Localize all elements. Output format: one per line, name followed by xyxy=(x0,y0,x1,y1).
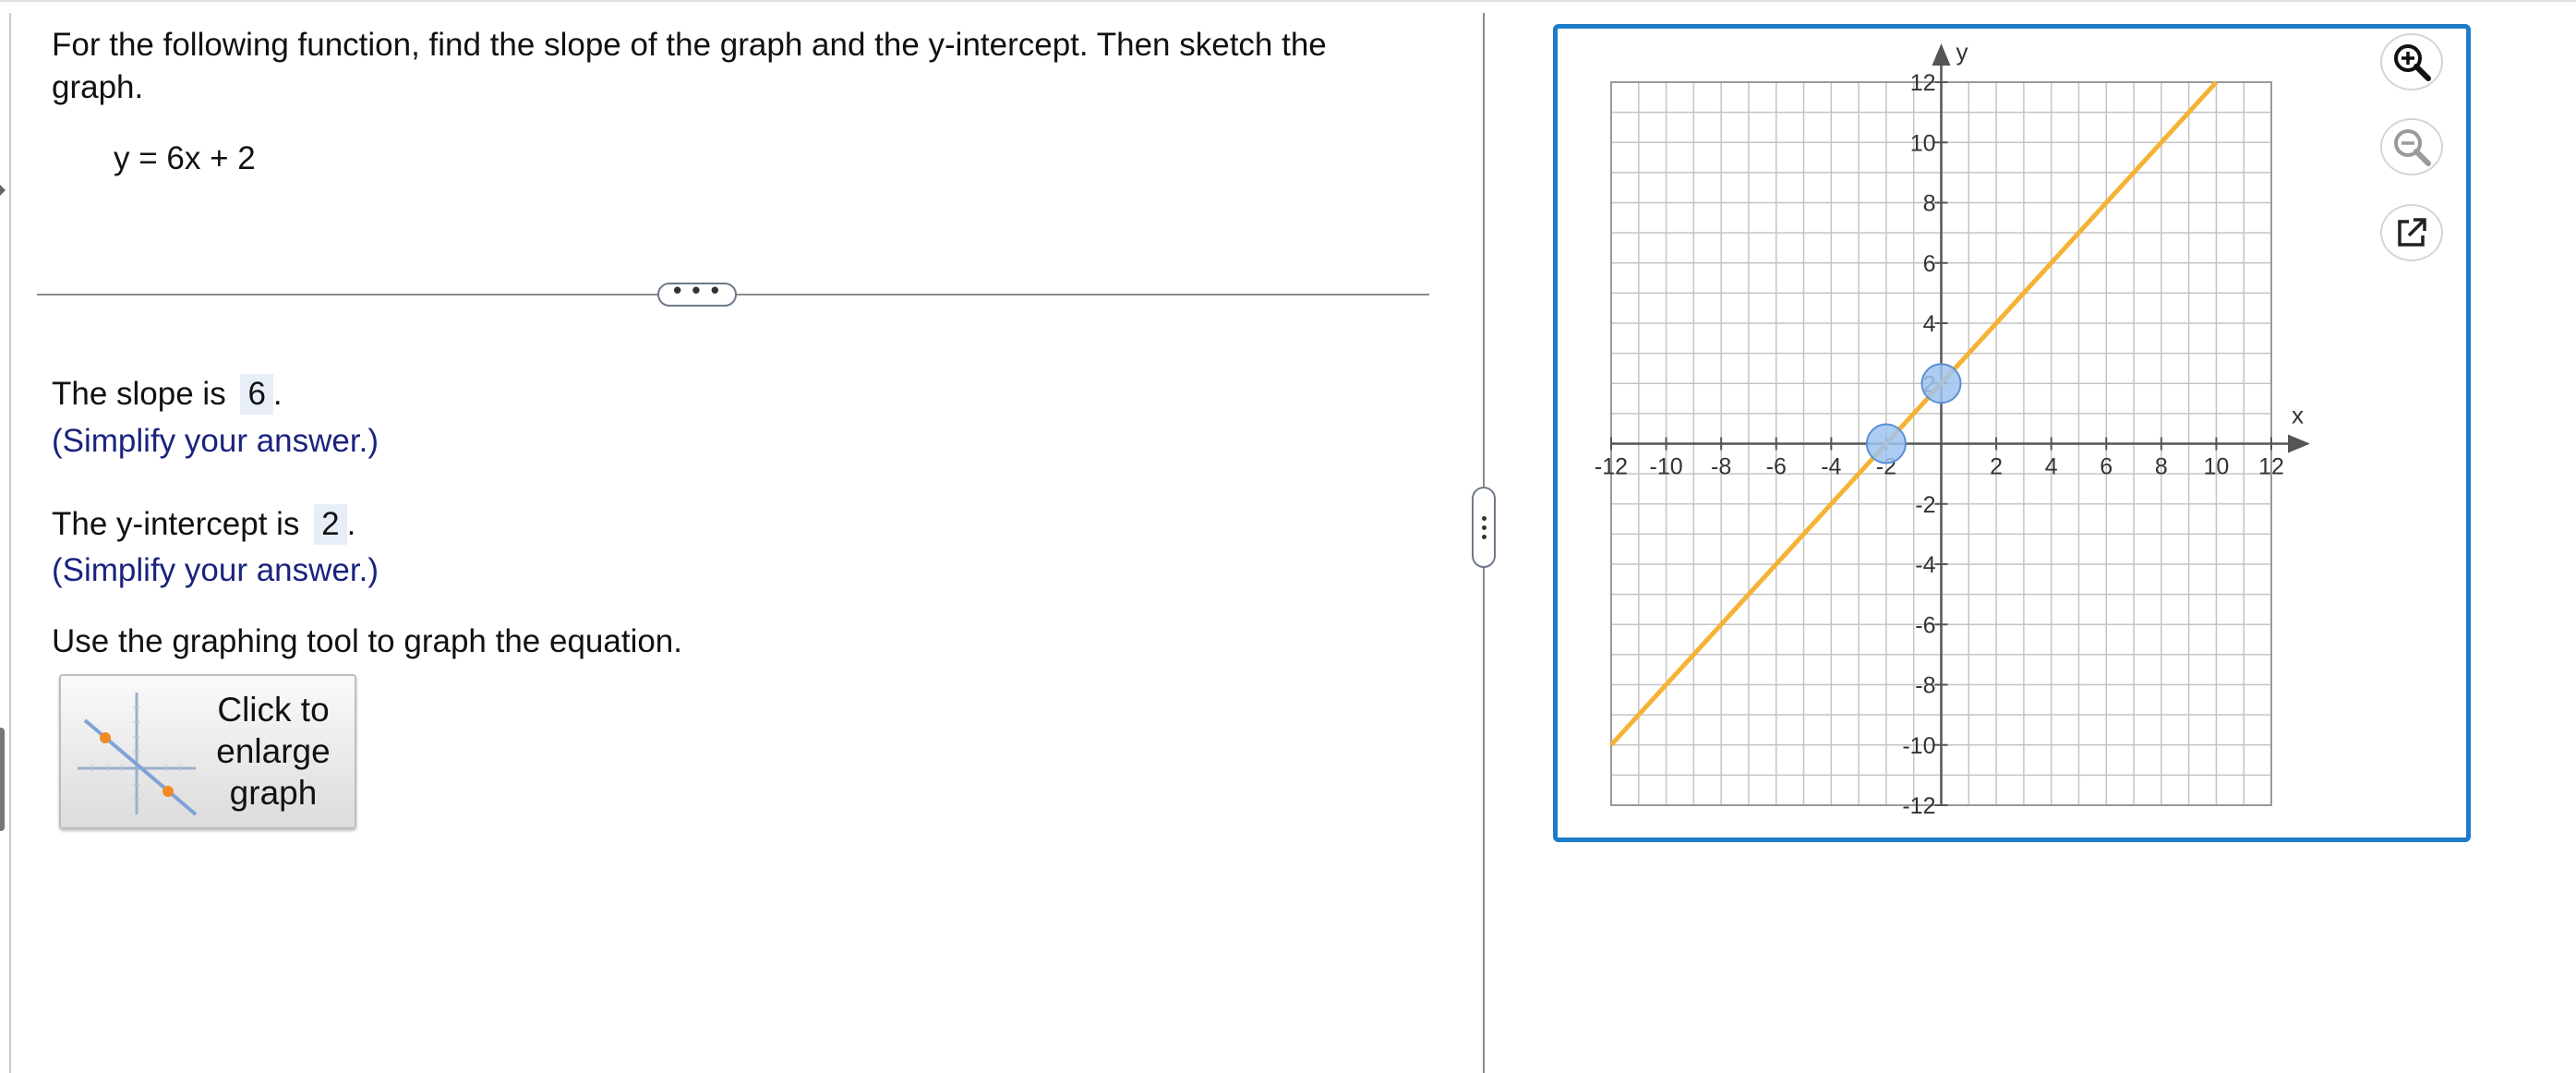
zoom-out-button[interactable] xyxy=(2380,118,2443,175)
left-panel-edge xyxy=(9,13,11,1073)
y-tick-label: 4 xyxy=(1923,311,1936,337)
x-tick-label: -12 xyxy=(1595,454,1628,480)
y-tick-label: -10 xyxy=(1902,733,1935,759)
y-tick-label: -8 xyxy=(1915,673,1935,699)
enlarge-label-line3: graph xyxy=(229,774,318,812)
x-tick-label: -10 xyxy=(1650,454,1683,480)
slope-period: . xyxy=(272,376,283,412)
x-tick-label: -8 xyxy=(1711,454,1731,480)
x-tick-label: 6 xyxy=(2100,454,2113,480)
graph-panel[interactable]: xy-12-10-8-6-4-22468101212108642-2-4-6-8… xyxy=(1553,24,2471,842)
slope-hint: (Simplify your answer.) xyxy=(52,423,379,459)
external-link-icon xyxy=(2398,218,2426,247)
graph-instruction: Use the graphing tool to graph the equat… xyxy=(52,623,682,659)
y-tick-label: 8 xyxy=(1923,191,1936,217)
coordinate-graph[interactable]: xy-12-10-8-6-4-22468101212108642-2-4-6-8… xyxy=(1558,29,2466,838)
equation: y = 6x + 2 xyxy=(114,140,256,176)
y-tick-label: 10 xyxy=(1910,130,1936,156)
y-tick-label: -2 xyxy=(1915,492,1935,518)
y-tick-label: -12 xyxy=(1902,793,1935,819)
graph-thumbnail-icon xyxy=(78,693,198,816)
y-tick-label: 6 xyxy=(1923,251,1936,277)
x-axis-arrow-icon xyxy=(2288,434,2310,453)
plotted-point[interactable] xyxy=(1920,363,1962,404)
y-tick-label: -4 xyxy=(1915,552,1935,578)
y-axis-label: y xyxy=(1956,38,1968,66)
y-tick-label: -6 xyxy=(1915,612,1935,638)
intercept-label: The y-intercept is xyxy=(52,506,300,542)
intercept-period: . xyxy=(346,506,356,542)
intercept-hint: (Simplify your answer.) xyxy=(52,552,379,588)
enlarge-graph-button[interactable]: Click to enlarge graph xyxy=(59,674,356,829)
x-tick-label: 12 xyxy=(2258,454,2284,480)
x-tick-label: -6 xyxy=(1766,454,1787,480)
x-axis-label: x xyxy=(2292,402,2304,429)
intercept-answer-line: The y-intercept is 2. xyxy=(52,504,355,545)
top-border xyxy=(0,0,2576,2)
y-tick-label: 12 xyxy=(1910,70,1936,96)
enlarge-label-line1: Click to xyxy=(217,691,330,729)
zoom-in-button[interactable] xyxy=(2380,33,2443,90)
expand-ellipsis-button[interactable]: • • • xyxy=(657,278,737,307)
y-axis-arrow-icon xyxy=(1932,43,1951,66)
enlarge-label-line2: enlarge xyxy=(216,732,331,770)
popout-button[interactable] xyxy=(2380,204,2443,261)
plotted-point[interactable] xyxy=(1865,423,1907,464)
x-tick-label: 4 xyxy=(2045,454,2058,480)
zoom-out-icon xyxy=(2394,129,2431,166)
slope-label: The slope is xyxy=(52,376,226,412)
x-tick-label: 2 xyxy=(1990,454,2003,480)
intercept-answer-box[interactable]: 2 xyxy=(314,504,347,545)
question-prompt: For the following function, find the slo… xyxy=(52,27,1327,105)
splitter-handle[interactable] xyxy=(1472,487,1496,568)
slope-answer-line: The slope is 6. xyxy=(52,374,283,415)
x-tick-label: 10 xyxy=(2204,454,2230,480)
left-resize-tab[interactable] xyxy=(0,728,5,831)
x-tick-label: -4 xyxy=(1821,454,1841,480)
x-tick-label: 8 xyxy=(2155,454,2168,480)
zoom-in-icon xyxy=(2394,44,2431,81)
collapse-caret-icon[interactable] xyxy=(0,185,6,196)
slope-answer-box[interactable]: 6 xyxy=(240,374,273,415)
enlarge-graph-label: Click to enlarge graph xyxy=(199,689,347,814)
